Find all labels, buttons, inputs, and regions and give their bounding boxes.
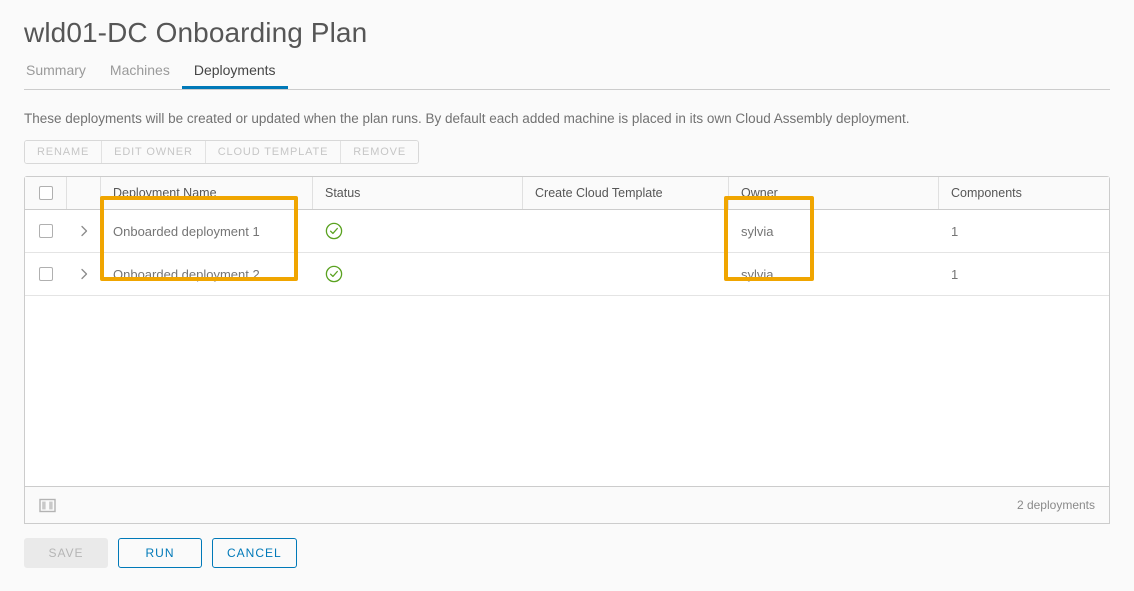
- select-all-checkbox[interactable]: [38, 186, 53, 200]
- success-check-circle-icon: [325, 222, 343, 240]
- column-header-owner[interactable]: Owner: [729, 177, 939, 209]
- cell-components: 1: [951, 223, 959, 239]
- tab-machines[interactable]: Machines: [98, 62, 182, 89]
- tab-summary[interactable]: Summary: [24, 62, 98, 89]
- datagrid-footer: 2 deployments: [25, 486, 1109, 523]
- table-row[interactable]: Onboarded deployment 1 sylvia 1: [25, 210, 1109, 253]
- main-content: These deployments will be created or upd…: [0, 110, 1134, 524]
- table-row[interactable]: Onboarded deployment 2 sylvia 1: [25, 253, 1109, 296]
- deployments-datagrid: Deployment Name Status Create Cloud Temp…: [24, 176, 1110, 524]
- save-button[interactable]: SAVE: [24, 538, 108, 568]
- datagrid-body: Onboarded deployment 1 sylvia 1 Onboarde…: [25, 210, 1109, 486]
- select-all-header-cell: [25, 177, 67, 209]
- remove-button[interactable]: REMOVE: [341, 141, 419, 163]
- tab-bar: Summary Machines Deployments: [24, 60, 1110, 90]
- page-header: wld01-DC Onboarding Plan Summary Machine…: [0, 0, 1134, 90]
- cancel-button[interactable]: CANCEL: [212, 538, 297, 568]
- cell-components: 1: [951, 266, 959, 282]
- cell-create-cloud-template: [523, 210, 729, 252]
- row-checkbox[interactable]: [39, 267, 53, 281]
- form-action-bar: SAVE RUN CANCEL: [0, 524, 1134, 568]
- column-header-create-cloud-template[interactable]: Create Cloud Template: [523, 177, 729, 209]
- success-check-circle-icon: [325, 265, 343, 283]
- cell-deployment-name: Onboarded deployment 2: [113, 266, 260, 282]
- row-checkbox[interactable]: [39, 224, 53, 238]
- chevron-right-icon[interactable]: [76, 223, 92, 239]
- column-header-deployment-name[interactable]: Deployment Name: [101, 177, 313, 209]
- description-text: These deployments will be created or upd…: [24, 111, 910, 126]
- expand-header-cell: [67, 177, 101, 209]
- cell-owner: sylvia: [741, 223, 774, 239]
- row-expand-cell: [67, 210, 101, 252]
- cell-create-cloud-template: [523, 253, 729, 295]
- column-panel-toggle-icon[interactable]: [39, 498, 56, 513]
- cell-owner: sylvia: [741, 266, 774, 282]
- column-header-components[interactable]: Components: [939, 177, 1109, 209]
- page-title: wld01-DC Onboarding Plan: [24, 17, 368, 48]
- cell-status: [313, 210, 523, 252]
- cloud-template-button[interactable]: CLOUD TEMPLATE: [205, 141, 342, 163]
- edit-owner-button[interactable]: EDIT OWNER: [102, 141, 206, 163]
- grid-action-toolbar: RENAME EDIT OWNER CLOUD TEMPLATE REMOVE: [24, 140, 420, 164]
- column-header-status[interactable]: Status: [313, 177, 523, 209]
- cell-status: [313, 253, 523, 295]
- run-button[interactable]: RUN: [118, 538, 202, 568]
- row-expand-cell: [67, 253, 101, 295]
- row-select-cell: [25, 253, 67, 295]
- row-select-cell: [25, 210, 67, 252]
- datagrid-header-row: Deployment Name Status Create Cloud Temp…: [25, 177, 1109, 210]
- chevron-right-icon[interactable]: [76, 266, 92, 282]
- rename-button[interactable]: RENAME: [25, 141, 103, 163]
- cell-deployment-name: Onboarded deployment 1: [113, 223, 260, 239]
- tab-deployments[interactable]: Deployments: [181, 62, 288, 89]
- row-count-label: 2 deployments: [1016, 498, 1095, 512]
